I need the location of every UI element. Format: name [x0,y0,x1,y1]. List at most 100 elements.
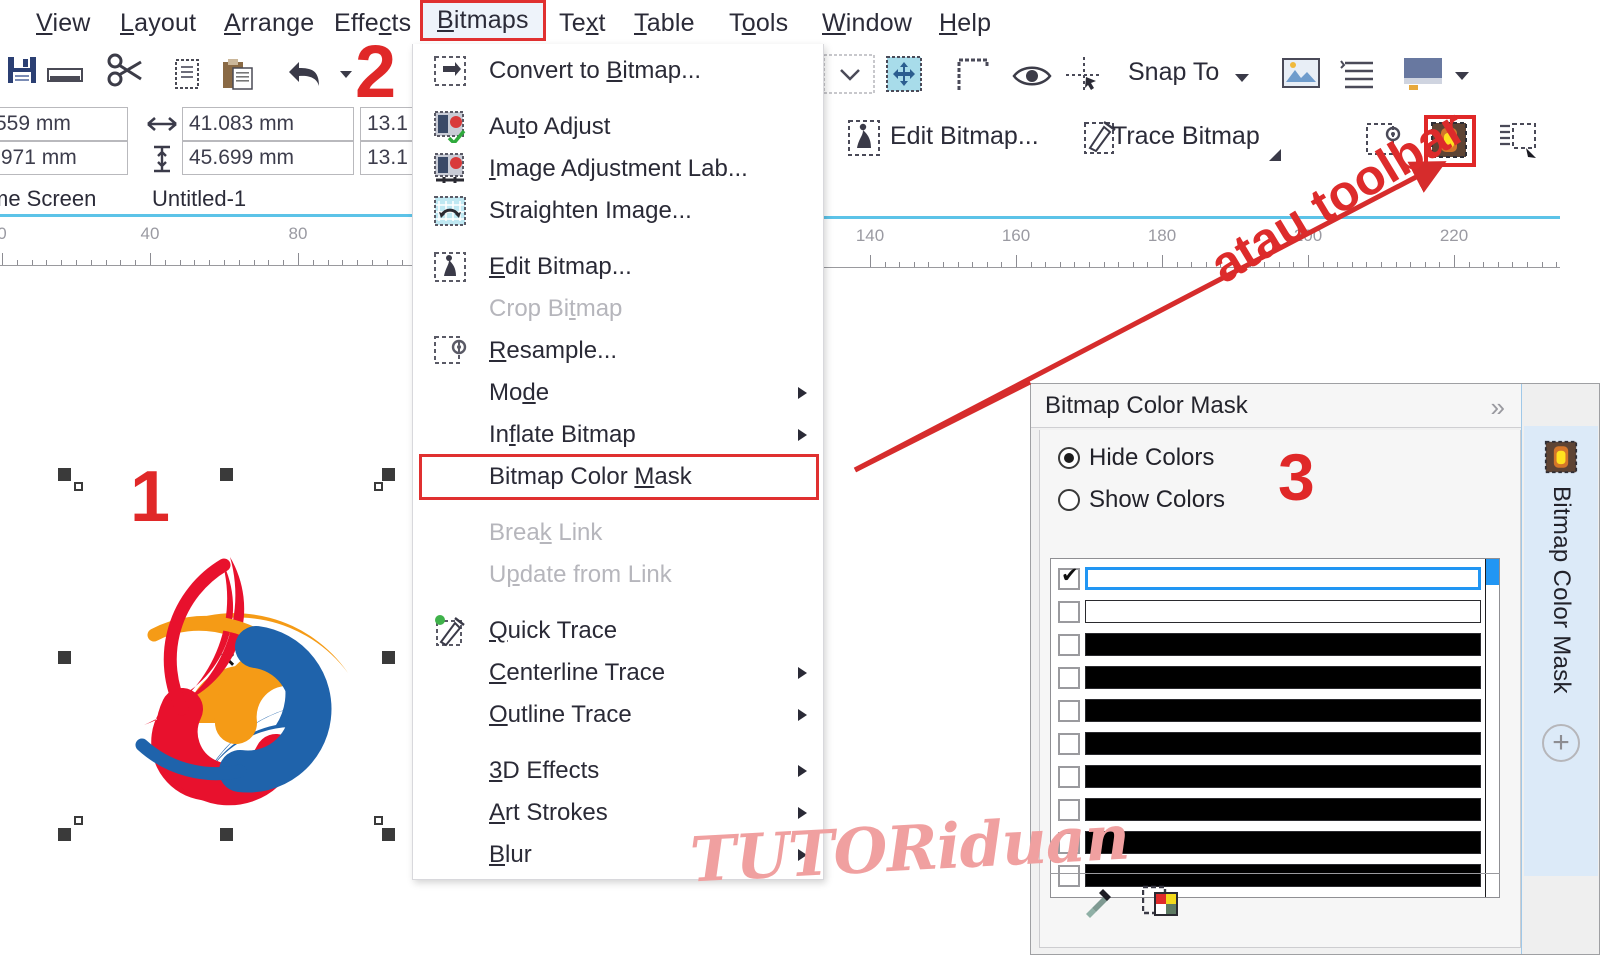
menu-view[interactable]: View [22,6,105,41]
object-manager-icon[interactable] [1336,52,1382,96]
color-mask-row[interactable] [1053,761,1483,792]
menu-help[interactable]: Help [925,6,1005,41]
color-mask-row-swatch[interactable] [1085,831,1481,854]
color-mask-row[interactable] [1053,728,1483,759]
tab-home-screen[interactable]: me Screen [0,186,96,212]
tab-underline-left [0,214,420,217]
menu-item-inflate-bitmap[interactable]: Inflate Bitmap [413,414,823,456]
menu-table[interactable]: Table [620,6,709,41]
hide-colors-radio[interactable]: Hide Colors [1058,444,1214,472]
guidelines-icon[interactable] [950,52,996,96]
bitmap-properties-icon[interactable] [1498,120,1544,164]
color-mask-row-swatch[interactable] [1085,798,1481,821]
color-mask-row-swatch[interactable] [1085,666,1481,689]
print-icon[interactable] [40,54,90,94]
snap-to-label[interactable]: Snap To [1128,58,1219,87]
trace-bitmap-flyout-icon[interactable] [1268,148,1284,164]
snap-crosshair-icon[interactable] [1062,54,1106,96]
selection-handle-tl-outer[interactable] [74,482,83,491]
tab-untitled-1[interactable]: Untitled-1 [152,186,246,212]
select-color-icon[interactable] [1141,884,1180,925]
ruler-horizontal-left[interactable]: 0 40 80 [0,222,420,266]
selection-handle-br[interactable] [382,828,395,841]
menu-item-outline-trace[interactable]: Outline Trace [413,694,823,736]
snap-to-dropdown-icon[interactable] [1232,68,1252,88]
menu-item-image-adjustment-lab[interactable]: Image Adjustment Lab... [413,148,823,190]
color-mask-row-checkbox[interactable] [1058,765,1080,788]
color-mask-row-checkbox[interactable] [1058,633,1080,656]
color-mask-row-checkbox[interactable] [1058,732,1080,755]
color-mask-row[interactable] [1053,695,1483,726]
color-list-scrollbar-thumb[interactable] [1486,559,1499,585]
ruler-horizontal-right[interactable]: 140 160 180 200 220 [824,224,1560,268]
menu-window[interactable]: Window [808,6,926,41]
selection-handle-bl[interactable] [58,828,71,841]
docker-tab-bitmap-color-mask[interactable]: Bitmap Color Mask [1524,426,1598,876]
menu-item-mode[interactable]: Mode [413,372,823,414]
selection-handle-tr[interactable] [382,468,395,481]
copy-icon[interactable] [165,54,209,94]
eyedropper-icon[interactable] [1080,884,1116,925]
selection-handle-tc[interactable] [220,468,233,481]
color-mask-row[interactable] [1053,629,1483,660]
selection-handle-bc[interactable] [220,828,233,841]
color-mask-row[interactable] [1053,596,1483,627]
application-launcher-icon[interactable] [1398,52,1450,96]
menu-item-auto-adjust[interactable]: Auto Adjust [413,106,823,148]
edit-bitmap-icon[interactable] [846,118,886,162]
position-x-field[interactable]: 559 mm [0,107,128,141]
cut-scissors-icon[interactable] [100,50,150,94]
color-mask-row-swatch[interactable] [1085,765,1481,788]
width-field[interactable]: 41.083 mm [182,107,354,141]
selection-handle-tr-outer[interactable] [374,482,383,491]
position-y-field[interactable]: .971 mm [0,141,128,175]
menu-item-edit-bitmap[interactable]: Edit Bitmap... [413,246,823,288]
color-mask-row-swatch[interactable] [1085,600,1481,623]
selection-handle-ml[interactable] [58,651,71,664]
menu-item-quick-trace[interactable]: Quick Trace [413,610,823,652]
selection-handle-mr[interactable] [382,651,395,664]
move-transform-icon[interactable] [882,52,926,96]
color-mask-row-swatch[interactable] [1085,633,1481,656]
color-mask-row-checkbox[interactable] [1058,600,1080,623]
ruler-tick-major [150,253,151,265]
eye-icon[interactable] [1010,58,1054,94]
collapse-chevrons-icon[interactable]: » [1491,392,1505,423]
save-icon[interactable] [0,48,44,92]
color-mask-row-checkbox[interactable] [1058,565,1080,590]
edit-bitmap-button[interactable]: Edit Bitmap... [890,122,1039,151]
menu-arrange[interactable]: Arrange [210,6,328,41]
color-mask-row-swatch[interactable] [1085,699,1481,722]
menu-item-resample[interactable]: Resample... [413,330,823,372]
show-colors-radio[interactable]: Show Colors [1058,486,1225,514]
height-field[interactable]: 45.699 mm [182,141,354,175]
undo-icon[interactable] [278,52,332,96]
options-image-icon[interactable] [1278,52,1324,96]
scale-y-field[interactable]: 13.1 [360,141,420,175]
menu-item-convert-to-bitmap[interactable]: Convert to Bitmap... [413,50,823,92]
color-mask-row-checkbox[interactable] [1058,666,1080,689]
undo-dropdown-icon[interactable] [336,64,356,84]
plus-circle-icon[interactable]: + [1542,724,1580,762]
menu-tools[interactable]: Tools [715,6,802,41]
color-mask-row-checkbox[interactable] [1058,699,1080,722]
zoom-level-dropdown[interactable] [822,52,878,96]
trace-bitmap-button[interactable]: Trace Bitmap [1112,122,1260,151]
color-mask-row[interactable] [1053,662,1483,693]
menu-item-bitmap-color-mask[interactable]: Bitmap Color Mask [413,456,823,498]
paste-icon[interactable] [215,54,261,94]
launcher-dropdown-icon[interactable] [1452,66,1472,86]
tri-swirl-logo[interactable] [78,523,378,823]
color-list-scrollbar[interactable] [1485,559,1499,897]
menu-item-3d-effects[interactable]: 3D Effects [413,750,823,792]
bitmaps-dropdown-menu[interactable]: Convert to Bitmap... Auto Adjust Image Adj… [412,44,824,880]
selection-handle-tl[interactable] [58,468,71,481]
color-mask-row[interactable] [1053,563,1483,594]
menu-item-centerline-trace[interactable]: Centerline Trace [413,652,823,694]
menu-text[interactable]: Text [545,6,620,41]
menu-item-straighten-image[interactable]: Straighten Image... [413,190,823,232]
color-mask-row-swatch[interactable] [1085,567,1481,590]
color-mask-row-swatch[interactable] [1085,732,1481,755]
menu-layout[interactable]: Layout [106,6,210,41]
menu-bitmaps[interactable]: Bitmaps [420,0,546,41]
